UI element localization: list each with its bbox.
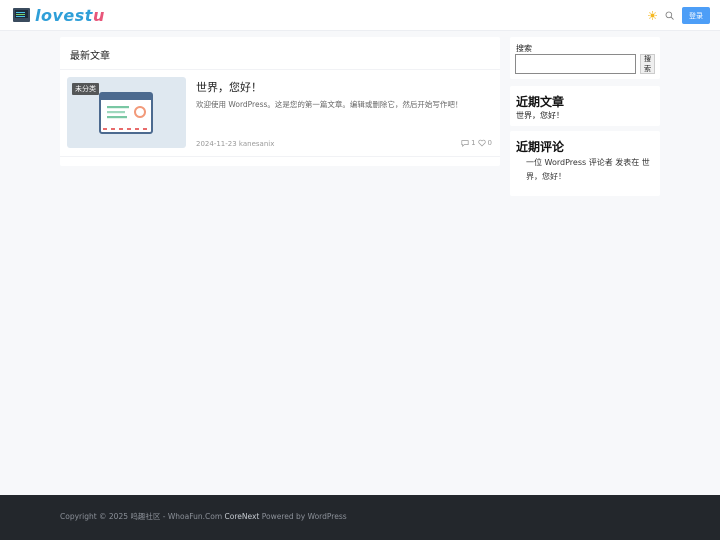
comment-icon bbox=[461, 140, 469, 147]
post-date: 2024-11-23 bbox=[196, 140, 237, 148]
post-title-link[interactable]: 世界，您好！ bbox=[196, 79, 262, 95]
browser-window-icon bbox=[99, 92, 153, 134]
section-title: 最新文章 bbox=[70, 51, 110, 62]
heart-icon[interactable] bbox=[477, 139, 486, 147]
post-meta: 2024-11-23 kanesanix bbox=[196, 140, 274, 148]
login-button[interactable]: 登录 bbox=[682, 7, 710, 24]
category-badge[interactable]: 未分类 bbox=[72, 83, 99, 95]
copyright-text: Copyright © 2025 呜趣社区 - WhoaFun.Com Core… bbox=[60, 512, 347, 521]
logo-terminal-icon bbox=[13, 8, 30, 22]
latest-posts-card: 最新文章 未分类 世界，您好！ 欢迎使用 WordPress。这是您的第一篇文章… bbox=[60, 37, 500, 166]
post-author[interactable]: kanesanix bbox=[239, 140, 274, 148]
recent-comment-item[interactable]: 一位 WordPress 评论者 发表在 世界，您好！ bbox=[526, 156, 654, 184]
comment-count: 1 bbox=[471, 139, 476, 147]
logo-text: lovestu bbox=[35, 5, 105, 25]
site-header: lovestu 登录 bbox=[0, 0, 720, 31]
recent-posts-title: 近期文章 bbox=[516, 95, 565, 109]
search-button[interactable]: 搜索 bbox=[640, 54, 655, 74]
recent-comments-title: 近期评论 bbox=[516, 140, 565, 154]
recent-comments-widget: 近期评论 一位 WordPress 评论者 发表在 世界，您好！ bbox=[510, 131, 660, 196]
site-logo[interactable]: lovestu bbox=[13, 5, 105, 25]
search-input[interactable] bbox=[515, 54, 636, 74]
divider bbox=[60, 156, 500, 157]
theme-link[interactable]: CoreNext bbox=[225, 512, 260, 521]
recent-posts-widget: 近期文章 世界，您好！ bbox=[510, 86, 660, 126]
search-icon[interactable] bbox=[665, 11, 674, 20]
recent-post-link[interactable]: 世界，您好！ bbox=[516, 110, 564, 121]
search-label: 搜索 bbox=[516, 44, 532, 53]
search-widget: 搜索 搜索 bbox=[510, 37, 660, 79]
post-thumbnail[interactable]: 未分类 bbox=[67, 77, 186, 148]
post-stats: 1 0 bbox=[461, 139, 492, 147]
site-footer: Copyright © 2025 呜趣社区 - WhoaFun.Com Core… bbox=[0, 495, 720, 540]
sun-icon[interactable] bbox=[648, 11, 657, 20]
divider bbox=[60, 69, 500, 70]
like-count: 0 bbox=[487, 139, 492, 147]
post-excerpt: 欢迎使用 WordPress。这是您的第一篇文章。编辑或删除它，然后开始写作吧！ bbox=[196, 100, 463, 109]
